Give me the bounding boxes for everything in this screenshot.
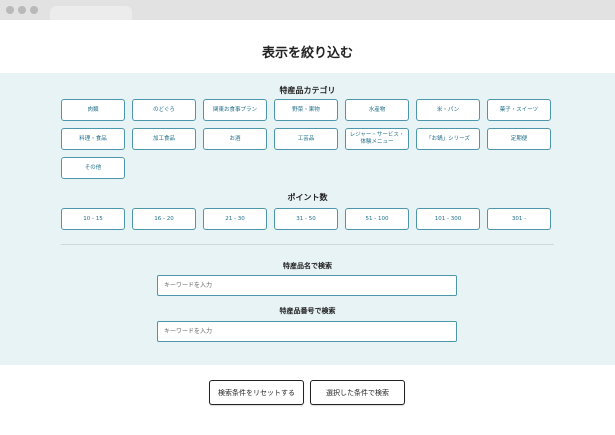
name-search-input[interactable] (157, 275, 457, 296)
category-chip[interactable]: 工芸品 (274, 128, 338, 150)
number-search-label: 特産品番号で検索 (279, 307, 336, 315)
points-chip[interactable]: 301 - (487, 208, 551, 230)
points-chip[interactable]: 21 - 30 (203, 208, 267, 230)
window-minimize-dot[interactable] (18, 6, 26, 14)
points-chip[interactable]: 31 - 50 (274, 208, 338, 230)
category-chip[interactable]: 「お鍋」シリーズ (416, 128, 480, 150)
points-chip[interactable]: 10 - 15 (61, 208, 125, 230)
points-chip[interactable]: 16 - 20 (132, 208, 196, 230)
category-chip[interactable]: 肉類 (61, 99, 125, 121)
category-chip[interactable]: 水産物 (345, 99, 409, 121)
category-chip[interactable]: 米・パン (416, 99, 480, 121)
category-chip[interactable]: お酒 (203, 128, 267, 150)
category-chip[interactable]: 定期便 (487, 128, 551, 150)
category-heading: 特産品カテゴリ (279, 86, 336, 95)
search-button[interactable]: 選択した条件で検索 (310, 380, 405, 405)
window-maximize-dot[interactable] (30, 6, 38, 14)
section-divider (61, 244, 554, 245)
category-chip[interactable]: 関東お食事プラン (203, 99, 267, 121)
category-chip[interactable]: レジャー・サービス・体験メニュー (345, 128, 409, 150)
filter-panel: 特産品カテゴリ 肉類 のどぐろ 関東お食事プラン 野菜・果物 水産物 米・パン 菓子・スイー… (0, 73, 615, 365)
category-chip[interactable]: 菓子・スイーツ (487, 99, 551, 121)
category-chip[interactable]: のどぐろ (132, 99, 196, 121)
points-chip[interactable]: 101 - 300 (416, 208, 480, 230)
window-close-dot[interactable] (6, 6, 14, 14)
category-chip[interactable]: その他 (61, 157, 125, 179)
category-chip[interactable]: 野菜・果物 (274, 99, 338, 121)
category-chip[interactable]: 料理・食品 (61, 128, 125, 150)
page-title: 表示を絞り込む (261, 46, 353, 61)
reset-button[interactable]: 検索条件をリセットする (209, 380, 304, 405)
browser-tab[interactable] (50, 6, 132, 20)
browser-title-bar (0, 0, 615, 20)
category-chip[interactable]: 加工食品 (132, 128, 196, 150)
points-chip[interactable]: 51 - 100 (345, 208, 409, 230)
number-search-input[interactable] (157, 321, 457, 342)
points-heading: ポイント数 (287, 193, 328, 202)
name-search-label: 特産品名で検索 (283, 262, 332, 270)
